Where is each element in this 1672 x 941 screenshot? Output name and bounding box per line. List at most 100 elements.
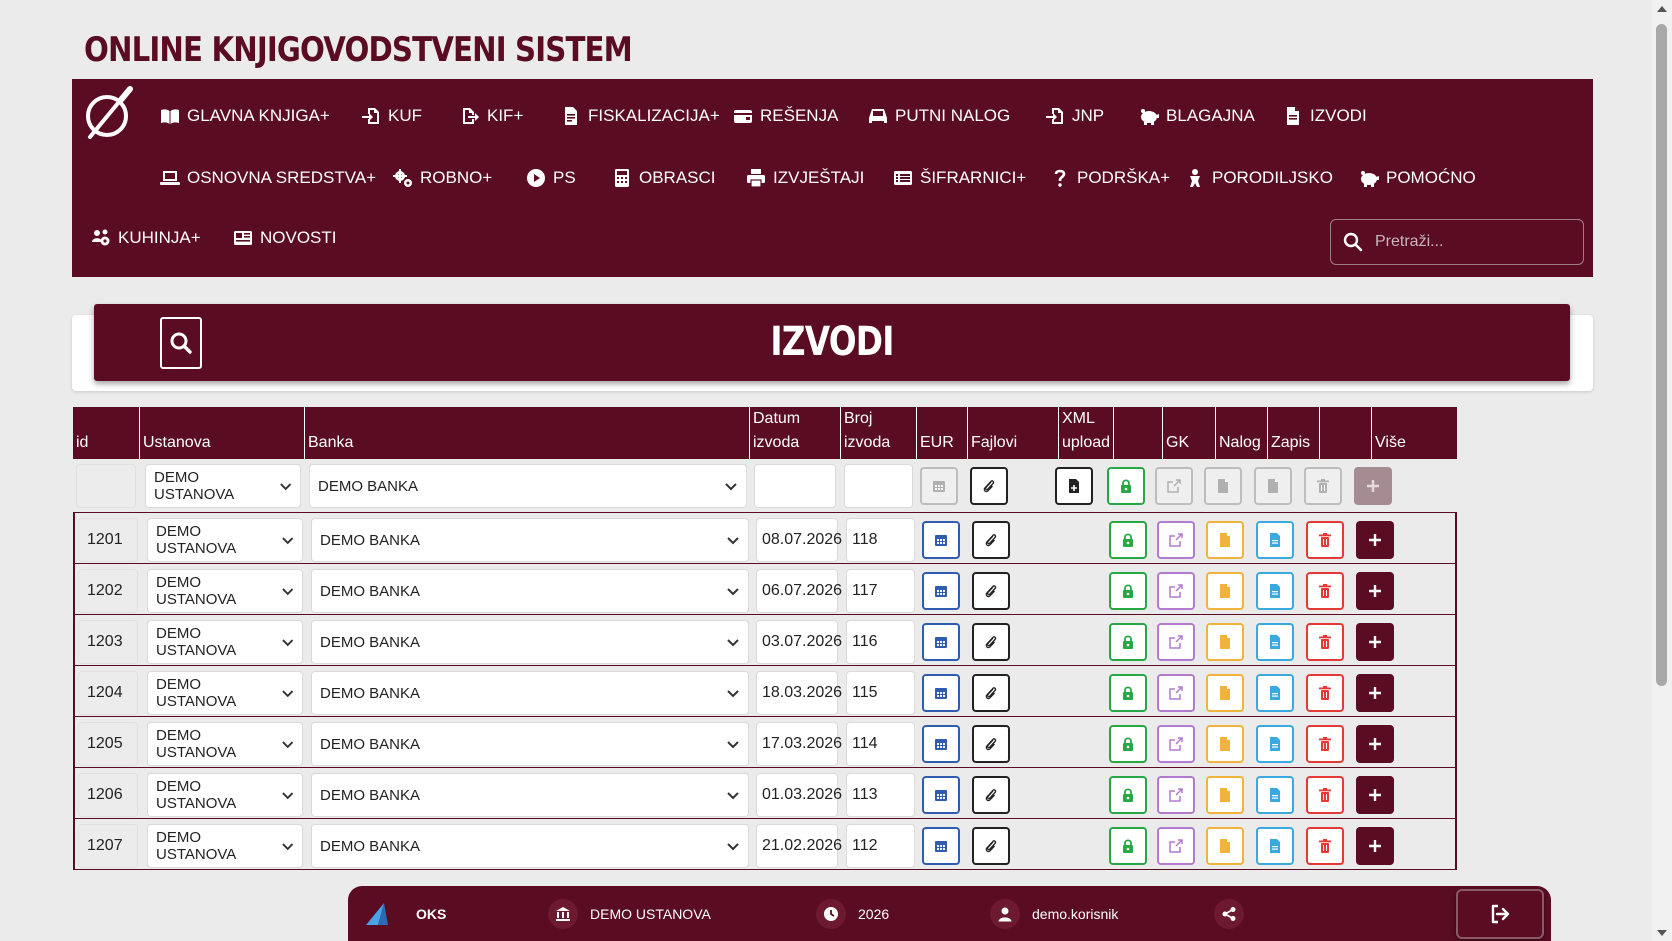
nav-item-novosti[interactable]: NOVOSTI <box>232 227 337 249</box>
attachment-button[interactable] <box>972 725 1010 763</box>
banka-select[interactable]: DEMO BANKA <box>311 773 749 817</box>
nav-item-porodiljsko[interactable]: PORODILJSKO <box>1184 167 1333 189</box>
broj-input[interactable]: 116 <box>846 620 915 664</box>
banka-select[interactable]: DEMO BANKA <box>309 464 747 508</box>
ustanova-select[interactable]: DEMO USTANOVA <box>147 722 303 766</box>
search-input[interactable] <box>1373 232 1563 252</box>
eur-button[interactable] <box>922 827 960 865</box>
more-button[interactable] <box>1356 725 1394 763</box>
nalog-button[interactable] <box>1206 623 1244 661</box>
nav-item-izvodi[interactable]: IZVODI <box>1282 105 1367 127</box>
delete-button[interactable] <box>1306 827 1344 865</box>
gk-button[interactable] <box>1157 725 1195 763</box>
gk-button[interactable] <box>1157 776 1195 814</box>
more-button[interactable] <box>1356 776 1394 814</box>
nav-item-kif[interactable]: KIF+ <box>459 105 523 127</box>
datum-input[interactable]: 08.07.2026 <box>756 518 842 562</box>
zapis-button[interactable] <box>1256 674 1294 712</box>
banka-select[interactable]: DEMO BANKA <box>311 671 749 715</box>
scroll-up-icon[interactable] <box>1655 4 1669 14</box>
more-button[interactable] <box>1356 521 1394 559</box>
attachment-button[interactable] <box>970 467 1008 505</box>
eur-button[interactable] <box>922 572 960 610</box>
nav-item-glavna-knjiga[interactable]: GLAVNA KNJIGA+ <box>159 105 330 127</box>
lock-button[interactable] <box>1109 623 1147 661</box>
nav-item-podrška[interactable]: PODRŠKA+ <box>1049 167 1170 189</box>
gk-button[interactable] <box>1157 827 1195 865</box>
footer-year[interactable]: 2026 <box>816 886 889 941</box>
zapis-button[interactable] <box>1256 725 1294 763</box>
nav-item-pomoćno[interactable]: POMOĆNO <box>1358 167 1476 189</box>
banka-select[interactable]: DEMO BANKA <box>311 722 749 766</box>
lock-button[interactable] <box>1109 725 1147 763</box>
logo-icon[interactable] <box>82 85 136 141</box>
datum-input[interactable]: 18.03.2026 <box>756 671 842 715</box>
datum-input[interactable] <box>754 464 836 508</box>
gk-button[interactable] <box>1157 521 1195 559</box>
lock-button[interactable] <box>1109 572 1147 610</box>
gk-button[interactable] <box>1157 674 1195 712</box>
attachment-button[interactable] <box>972 674 1010 712</box>
zapis-button[interactable] <box>1256 827 1294 865</box>
datum-input[interactable]: 17.03.2026 <box>756 722 842 766</box>
broj-input[interactable]: 118 <box>846 518 915 562</box>
gk-button[interactable] <box>1157 623 1195 661</box>
scrollbar-thumb[interactable] <box>1656 24 1667 686</box>
gk-button[interactable] <box>1157 572 1195 610</box>
nalog-button[interactable] <box>1206 776 1244 814</box>
lock-button[interactable] <box>1107 467 1145 505</box>
attachment-button[interactable] <box>972 521 1010 559</box>
broj-input[interactable]: 113 <box>846 773 915 817</box>
eur-button[interactable] <box>922 674 960 712</box>
zapis-button[interactable] <box>1256 572 1294 610</box>
delete-button[interactable] <box>1306 623 1344 661</box>
ustanova-select[interactable]: DEMO USTANOVA <box>147 518 303 562</box>
ustanova-select[interactable]: DEMO USTANOVA <box>147 671 303 715</box>
zapis-button[interactable] <box>1256 776 1294 814</box>
nav-item-kuhinja[interactable]: KUHINJA+ <box>90 227 201 249</box>
ustanova-select[interactable]: DEMO USTANOVA <box>147 773 303 817</box>
nav-item-obrasci[interactable]: OBRASCI <box>611 167 716 189</box>
lock-button[interactable] <box>1109 776 1147 814</box>
delete-button[interactable] <box>1306 725 1344 763</box>
nav-item-putni-nalog[interactable]: PUTNI NALOG <box>867 105 1010 127</box>
more-button[interactable] <box>1356 674 1394 712</box>
nav-item-ps[interactable]: PS <box>525 167 576 189</box>
delete-button[interactable] <box>1306 776 1344 814</box>
nalog-button[interactable] <box>1206 521 1244 559</box>
delete-button[interactable] <box>1306 572 1344 610</box>
filter-search-button[interactable] <box>160 317 202 369</box>
broj-input[interactable]: 117 <box>846 569 915 613</box>
nav-search[interactable] <box>1330 219 1584 265</box>
zapis-button[interactable] <box>1256 623 1294 661</box>
nalog-button[interactable] <box>1206 725 1244 763</box>
nav-item-šifrarnici[interactable]: ŠIFRARNICI+ <box>892 167 1026 189</box>
nalog-button[interactable] <box>1206 572 1244 610</box>
delete-button[interactable] <box>1306 521 1344 559</box>
nav-item-fiskalizacija[interactable]: FISKALIZACIJA+ <box>560 105 720 127</box>
lock-button[interactable] <box>1109 521 1147 559</box>
banka-select[interactable]: DEMO BANKA <box>311 518 749 562</box>
datum-input[interactable]: 03.07.2026 <box>756 620 842 664</box>
nav-item-jnp[interactable]: JNP <box>1044 105 1104 127</box>
nav-item-blagajna[interactable]: BLAGAJNA <box>1138 105 1255 127</box>
more-button[interactable] <box>1356 572 1394 610</box>
eur-button[interactable] <box>922 623 960 661</box>
ustanova-select[interactable]: DEMO USTANOVA <box>147 620 303 664</box>
zapis-button[interactable] <box>1256 521 1294 559</box>
banka-select[interactable]: DEMO BANKA <box>311 569 749 613</box>
nav-item-izvještaji[interactable]: IZVJEŠTAJI <box>745 167 864 189</box>
nav-item-robno[interactable]: ROBNO+ <box>392 167 492 189</box>
attachment-button[interactable] <box>972 827 1010 865</box>
gk-button[interactable] <box>1155 467 1193 505</box>
footer-app[interactable]: OKS <box>364 886 446 941</box>
lock-button[interactable] <box>1109 827 1147 865</box>
nav-item-osnovna-sredstva[interactable]: OSNOVNA SREDSTVA+ <box>159 167 376 189</box>
broj-input[interactable] <box>844 464 913 508</box>
ustanova-select[interactable]: DEMO USTANOVA <box>147 824 303 868</box>
add-button[interactable] <box>1354 467 1392 505</box>
eur-button[interactable] <box>922 776 960 814</box>
footer-user[interactable]: demo.korisnik <box>990 886 1118 941</box>
banka-select[interactable]: DEMO BANKA <box>311 620 749 664</box>
eur-button[interactable] <box>922 521 960 559</box>
